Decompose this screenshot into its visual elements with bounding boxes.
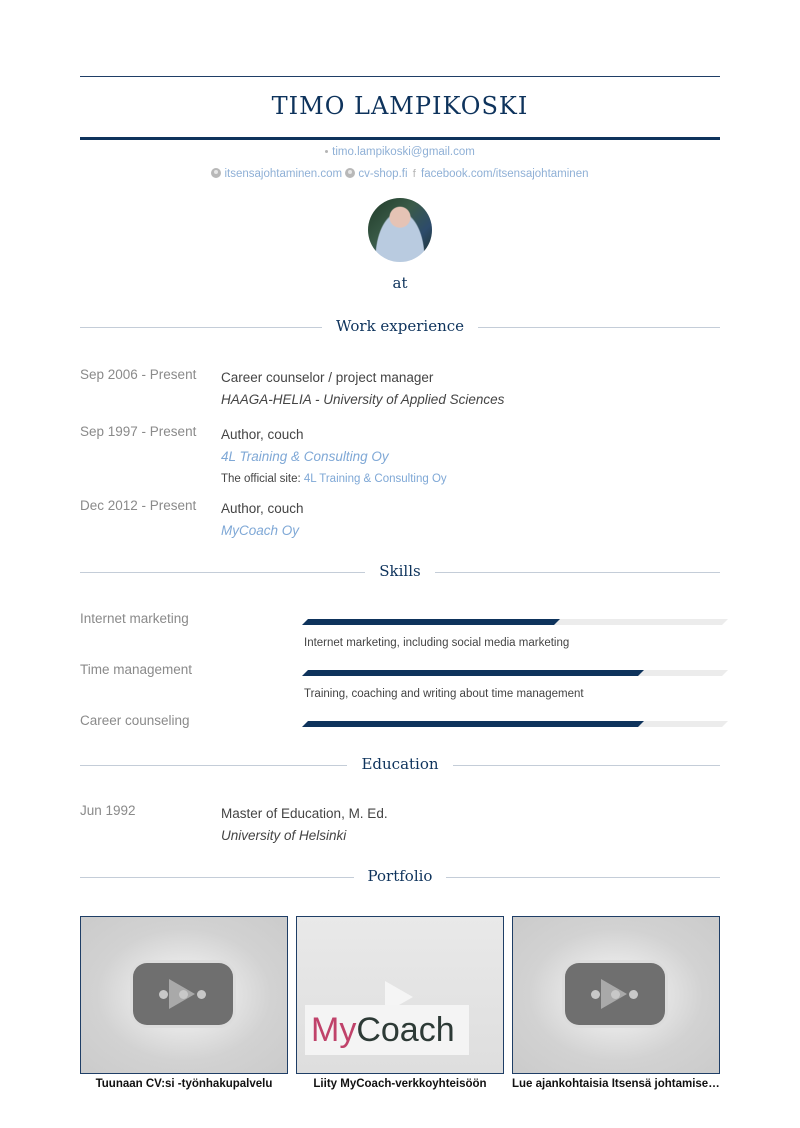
work-org-link[interactable]: 4L Training & Consulting Oy [221,446,720,468]
website-link-2[interactable]: cv-shop.fi [358,168,407,180]
email-icon [325,150,329,154]
portfolio-thumbnail[interactable] [512,916,720,1074]
skill-name: Career counseling [80,713,190,728]
contact-links-row: itsensajohtaminen.com cv-shop.fi f faceb… [80,168,720,180]
education-date: Jun 1992 [80,803,136,818]
globe-icon [211,168,222,178]
work-org: HAAGA-HELIA - University of Applied Scie… [221,392,505,407]
portfolio-caption[interactable]: Lue ajankohtaisia Itsensä johtamisen... [512,1078,720,1090]
skill-name: Internet marketing [80,611,189,626]
portfolio-caption[interactable]: Liity MyCoach-verkkoyhteisöön [296,1078,504,1090]
skill-name: Time management [80,662,193,677]
globe-icon [345,168,356,178]
skill-level-fill [302,721,644,727]
work-date: Sep 1997 - Present [80,424,197,439]
section-education: Education [80,755,720,775]
portfolio-thumbnail[interactable] [80,916,288,1074]
name-divider [80,137,720,140]
skill-level-bar [302,619,728,625]
video-play-icon [565,963,665,1025]
section-title: Portfolio [353,867,447,885]
skill-description: Internet marketing, including social med… [304,637,570,649]
official-site-link[interactable]: 4L Training & Consulting Oy [304,473,447,485]
work-date: Sep 2006 - Present [80,367,197,382]
section-title: Work experience [321,317,479,335]
work-note: The official site: 4L Training & Consult… [221,468,720,490]
education-school: University of Helsinki [221,828,347,843]
video-play-icon [133,963,233,1025]
avatar [368,198,432,262]
skill-level-fill [302,619,560,625]
top-divider [80,76,720,77]
work-org-link[interactable]: MyCoach Oy [221,520,720,542]
work-role: Author, couch [221,427,304,442]
facebook-link[interactable]: facebook.com/itsensajohtaminen [421,168,589,180]
section-portfolio: Portfolio [80,867,720,887]
website-link-1[interactable]: itsensajohtaminen.com [224,168,342,180]
skill-level-fill [302,670,644,676]
portfolio-item[interactable]: Lue ajankohtaisia Itsensä johtamisen... [512,916,720,1090]
work-role: Author, couch [221,501,304,516]
portfolio-item[interactable]: Tuunaan CV:si -työnhakupalvelu [80,916,288,1090]
work-role: Career counselor / project manager [221,370,434,385]
contact-email-row: timo.lampikoski@gmail.com [80,146,720,158]
section-work-experience: Work experience [80,317,720,337]
skill-description: Training, coaching and writing about tim… [304,688,584,700]
work-note-prefix: The official site: [221,473,301,485]
mycoach-logo: MyCoach [305,1005,469,1055]
section-skills: Skills [80,562,720,582]
education-degree: Master of Education, M. Ed. [221,806,388,821]
portfolio-thumbnail[interactable]: MyCoach [296,916,504,1074]
work-date: Dec 2012 - Present [80,498,197,513]
skill-level-bar [302,721,728,727]
facebook-icon: f [412,168,416,180]
section-title: Skills [365,562,435,580]
headline: at [392,274,408,292]
portfolio-item[interactable]: MyCoach Liity MyCoach-verkkoyhteisöön [296,916,504,1090]
candidate-name: TIMO LAMPIKOSKI [271,92,529,120]
email-link[interactable]: timo.lampikoski@gmail.com [332,146,475,158]
section-title: Education [347,755,453,773]
skill-level-bar [302,670,728,676]
portfolio-caption[interactable]: Tuunaan CV:si -työnhakupalvelu [80,1078,288,1090]
